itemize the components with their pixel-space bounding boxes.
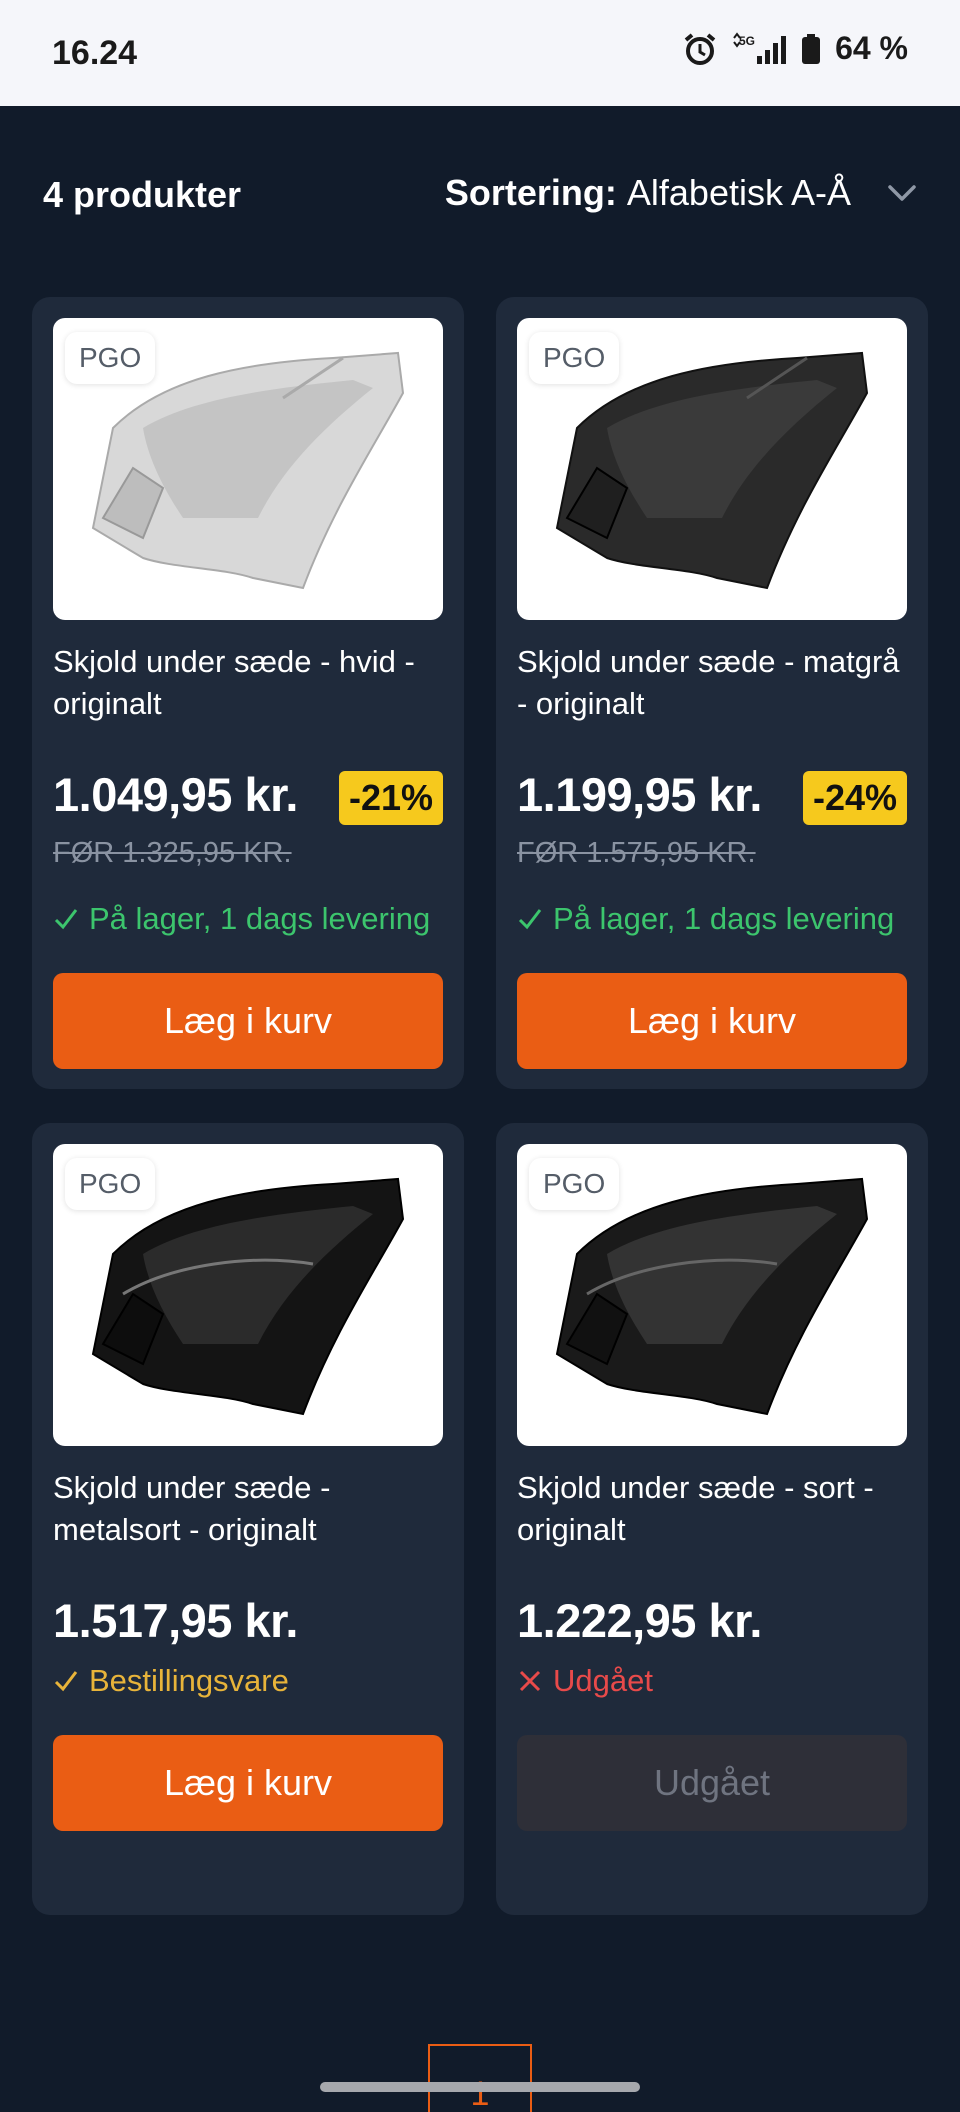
chevron-down-icon	[887, 184, 917, 202]
product-image[interactable]: PGO	[53, 318, 443, 620]
product-title[interactable]: Skjold under sæde - sort - originalt	[517, 1467, 912, 1551]
check-icon	[518, 909, 542, 930]
stock-text: På lager, 1 dags levering	[89, 901, 431, 936]
status-bar: 16.24 5G 64 %	[0, 0, 960, 106]
product-image[interactable]: PGO	[53, 1144, 443, 1446]
battery-icon	[801, 32, 821, 66]
product-card[interactable]: PGO Skjold under sæde - matgrå - origina…	[496, 297, 928, 1089]
stock-status: På lager, 1 dags levering	[53, 901, 430, 937]
product-count: 4 produkter	[43, 174, 242, 215]
alarm-icon	[683, 32, 717, 66]
brand-badge: PGO	[65, 1158, 156, 1210]
status-time: 16.24	[52, 34, 138, 72]
pagination-current-page[interactable]: 1	[428, 2044, 532, 2112]
product-list-toolbar: 4 produkter Sortering: Alfabetisk A-Å	[43, 172, 917, 222]
stock-status: Bestillingsvare	[53, 1663, 289, 1699]
signal-5g-icon: 5G	[731, 31, 787, 66]
old-price: FØR 1.575,95 KR.	[517, 837, 756, 869]
product-price: 1.199,95 kr.	[517, 768, 762, 821]
check-icon	[54, 1671, 78, 1692]
battery-level: 64 %	[835, 30, 908, 66]
home-indicator[interactable]	[320, 2082, 640, 2092]
stock-status: Udgået	[517, 1663, 653, 1699]
sort-dropdown[interactable]: Sortering: Alfabetisk A-Å	[445, 172, 917, 214]
stock-text: På lager, 1 dags levering	[553, 901, 895, 936]
product-title[interactable]: Skjold under sæde - matgrå - originalt	[517, 641, 912, 725]
product-title[interactable]: Skjold under sæde - metalsort - original…	[53, 1467, 448, 1551]
brand-badge: PGO	[529, 332, 620, 384]
product-image[interactable]: PGO	[517, 1144, 907, 1446]
add-to-cart-button[interactable]: Læg i kurv	[53, 1735, 443, 1831]
add-to-cart-button[interactable]: Læg i kurv	[53, 973, 443, 1069]
check-icon	[54, 909, 78, 930]
product-card[interactable]: PGO Skjold under sæde - sort - originalt…	[496, 1123, 928, 1915]
sort-label: Sortering:	[444, 172, 617, 213]
product-image[interactable]: PGO	[517, 318, 907, 620]
brand-badge: PGO	[65, 332, 156, 384]
product-price: 1.049,95 kr.	[53, 768, 298, 821]
stock-text: Udgået	[553, 1663, 653, 1698]
discount-badge: -24%	[802, 771, 907, 825]
product-card[interactable]: PGO Skjold under sæde - hvid - originalt…	[32, 297, 464, 1089]
add-to-cart-button[interactable]: Læg i kurv	[517, 973, 907, 1069]
product-title[interactable]: Skjold under sæde - hvid - originalt	[53, 641, 448, 725]
product-price: 1.517,95 kr.	[53, 1594, 298, 1647]
status-icons: 5G 64 %	[683, 30, 908, 67]
svg-text:5G: 5G	[739, 34, 755, 48]
stock-status: På lager, 1 dags levering	[517, 901, 894, 937]
close-icon	[519, 1670, 541, 1692]
sort-value: Alfabetisk A-Å	[626, 172, 851, 213]
stock-text: Bestillingsvare	[89, 1663, 289, 1698]
product-price: 1.222,95 kr.	[517, 1594, 762, 1647]
product-card[interactable]: PGO Skjold under sæde - metalsort - orig…	[32, 1123, 464, 1915]
brand-badge: PGO	[529, 1158, 620, 1210]
discount-badge: -21%	[338, 771, 443, 825]
old-price: FØR 1.325,95 KR.	[53, 837, 292, 869]
discontinued-button: Udgået	[517, 1735, 907, 1831]
